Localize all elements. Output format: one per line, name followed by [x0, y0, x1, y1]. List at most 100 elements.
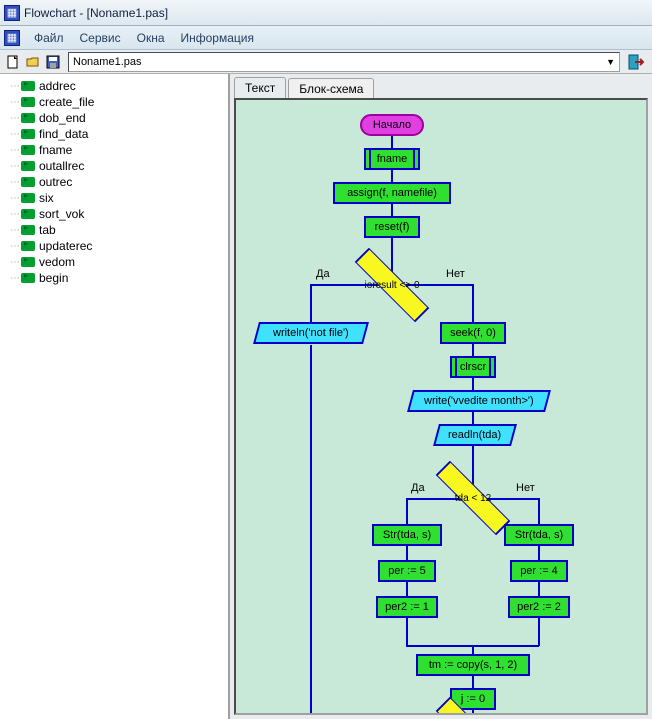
chevron-down-icon: ▼ [606, 57, 615, 67]
procedure-icon [21, 145, 35, 155]
content-area: Текст Блок-схема Да Нет Да Нет Нет Начал… [230, 74, 652, 719]
tree-dots-icon: ⋯ [10, 273, 19, 284]
tree-dots-icon: ⋯ [10, 177, 19, 188]
node-not-eof[interactable]: not eof(f) [428, 714, 518, 715]
menu-service[interactable]: Сервис [72, 27, 129, 49]
app-icon: ▦ [4, 5, 20, 21]
tree-item-label: updaterec [39, 239, 92, 253]
tree-item-label: vedom [39, 255, 75, 269]
file-dropdown-text: Noname1.pas [73, 56, 142, 68]
tree-item-six[interactable]: ⋯ six [2, 190, 228, 206]
main-area: ⋯ addrec ⋯ create_file ⋯ dob_end ⋯ find_data ⋯ fn… [0, 74, 652, 719]
node-tda12[interactable]: tda < 12 [428, 478, 518, 518]
menu-bar: ▦ Файл Сервис Окна Информация [0, 26, 652, 50]
node-start[interactable]: Начало [360, 114, 424, 136]
tree-dots-icon: ⋯ [10, 129, 19, 140]
new-file-icon[interactable] [4, 53, 22, 71]
tree-item-label: six [39, 191, 54, 205]
tab-scheme[interactable]: Блок-схема [288, 78, 374, 99]
tree-item-vedom[interactable]: ⋯ vedom [2, 254, 228, 270]
procedure-tree: ⋯ addrec ⋯ create_file ⋯ dob_end ⋯ find_data ⋯ fn… [0, 74, 230, 719]
exit-icon[interactable] [626, 52, 648, 72]
procedure-icon [21, 193, 35, 203]
tree-dots-icon: ⋯ [10, 113, 19, 124]
tree-item-label: outrec [39, 175, 72, 189]
node-per2-2[interactable]: per2 := 2 [508, 596, 570, 618]
node-per5[interactable]: per := 5 [378, 560, 436, 582]
procedure-icon [21, 209, 35, 219]
procedure-icon [21, 241, 35, 251]
tree-item-label: tab [39, 223, 56, 237]
node-write-month[interactable]: write('vvedite month>') [407, 390, 551, 412]
tree-dots-icon: ⋯ [10, 225, 19, 236]
file-dropdown[interactable]: Noname1.pas ▼ [68, 52, 620, 72]
tree-dots-icon: ⋯ [10, 97, 19, 108]
title-bar: ▦ Flowchart - [Noname1.pas] [0, 0, 652, 26]
procedure-icon [21, 81, 35, 91]
procedure-icon [21, 273, 35, 283]
edge-no-2: Нет [516, 482, 535, 494]
procedure-icon [21, 161, 35, 171]
tree-item-find_data[interactable]: ⋯ find_data [2, 126, 228, 142]
window-title: Flowchart - [Noname1.pas] [24, 6, 168, 20]
tree-item-label: create_file [39, 95, 94, 109]
node-readln[interactable]: readln(tda) [433, 424, 517, 446]
tree-dots-icon: ⋯ [10, 161, 19, 172]
tree-dots-icon: ⋯ [10, 145, 19, 156]
menu-info[interactable]: Информация [173, 27, 262, 49]
tree-item-label: addrec [39, 79, 76, 93]
tab-text[interactable]: Текст [234, 77, 286, 98]
tree-item-addrec[interactable]: ⋯ addrec [2, 78, 228, 94]
node-writeln-notfile[interactable]: writeln('not file') [253, 322, 369, 344]
tree-dots-icon: ⋯ [10, 209, 19, 220]
menu-icon: ▦ [4, 30, 20, 46]
node-clrscr[interactable]: clrscr [450, 356, 496, 378]
tree-item-label: sort_vok [39, 207, 84, 221]
tree-item-label: dob_end [39, 111, 86, 125]
node-copy[interactable]: tm := copy(s, 1, 2) [416, 654, 530, 676]
edge-no: Нет [446, 268, 465, 280]
node-per2-1[interactable]: per2 := 1 [376, 596, 438, 618]
edge-yes-2: Да [411, 482, 425, 494]
tree-item-updaterec[interactable]: ⋯ updaterec [2, 238, 228, 254]
tree-dots-icon: ⋯ [10, 81, 19, 92]
procedure-icon [21, 177, 35, 187]
procedure-icon [21, 113, 35, 123]
open-file-icon[interactable] [24, 53, 42, 71]
node-ioresult[interactable]: ioresult <> 0 [347, 265, 437, 305]
node-per4[interactable]: per := 4 [510, 560, 568, 582]
procedure-icon [21, 257, 35, 267]
tree-dots-icon: ⋯ [10, 193, 19, 204]
node-str-left[interactable]: Str(tda, s) [372, 524, 442, 546]
toolbar: Noname1.pas ▼ [0, 50, 652, 74]
connector [310, 345, 312, 715]
node-str-right[interactable]: Str(tda, s) [504, 524, 574, 546]
procedure-icon [21, 97, 35, 107]
tree-dots-icon: ⋯ [10, 257, 19, 268]
tree-item-sort_vok[interactable]: ⋯ sort_vok [2, 206, 228, 222]
node-seek[interactable]: seek(f, 0) [440, 322, 506, 344]
node-assign[interactable]: assign(f, namefile) [333, 182, 451, 204]
tree-item-outallrec[interactable]: ⋯ outallrec [2, 158, 228, 174]
node-fname[interactable]: fname [364, 148, 420, 170]
tree-dots-icon: ⋯ [10, 241, 19, 252]
flowchart-canvas[interactable]: Да Нет Да Нет Нет Начало fname assign(f,… [234, 98, 648, 715]
edge-yes: Да [316, 268, 330, 280]
node-reset[interactable]: reset(f) [364, 216, 420, 238]
tree-item-label: find_data [39, 127, 88, 141]
tree-item-label: outallrec [39, 159, 84, 173]
procedure-icon [21, 129, 35, 139]
menu-file[interactable]: Файл [26, 27, 72, 49]
tab-bar: Текст Блок-схема [230, 74, 652, 98]
tree-item-dob_end[interactable]: ⋯ dob_end [2, 110, 228, 126]
tree-item-label: begin [39, 271, 68, 285]
tree-item-create_file[interactable]: ⋯ create_file [2, 94, 228, 110]
tree-item-fname[interactable]: ⋯ fname [2, 142, 228, 158]
tree-item-label: fname [39, 143, 72, 157]
procedure-icon [21, 225, 35, 235]
menu-windows[interactable]: Окна [129, 27, 173, 49]
save-file-icon[interactable] [44, 53, 62, 71]
tree-item-tab[interactable]: ⋯ tab [2, 222, 228, 238]
tree-item-begin[interactable]: ⋯ begin [2, 270, 228, 286]
tree-item-outrec[interactable]: ⋯ outrec [2, 174, 228, 190]
